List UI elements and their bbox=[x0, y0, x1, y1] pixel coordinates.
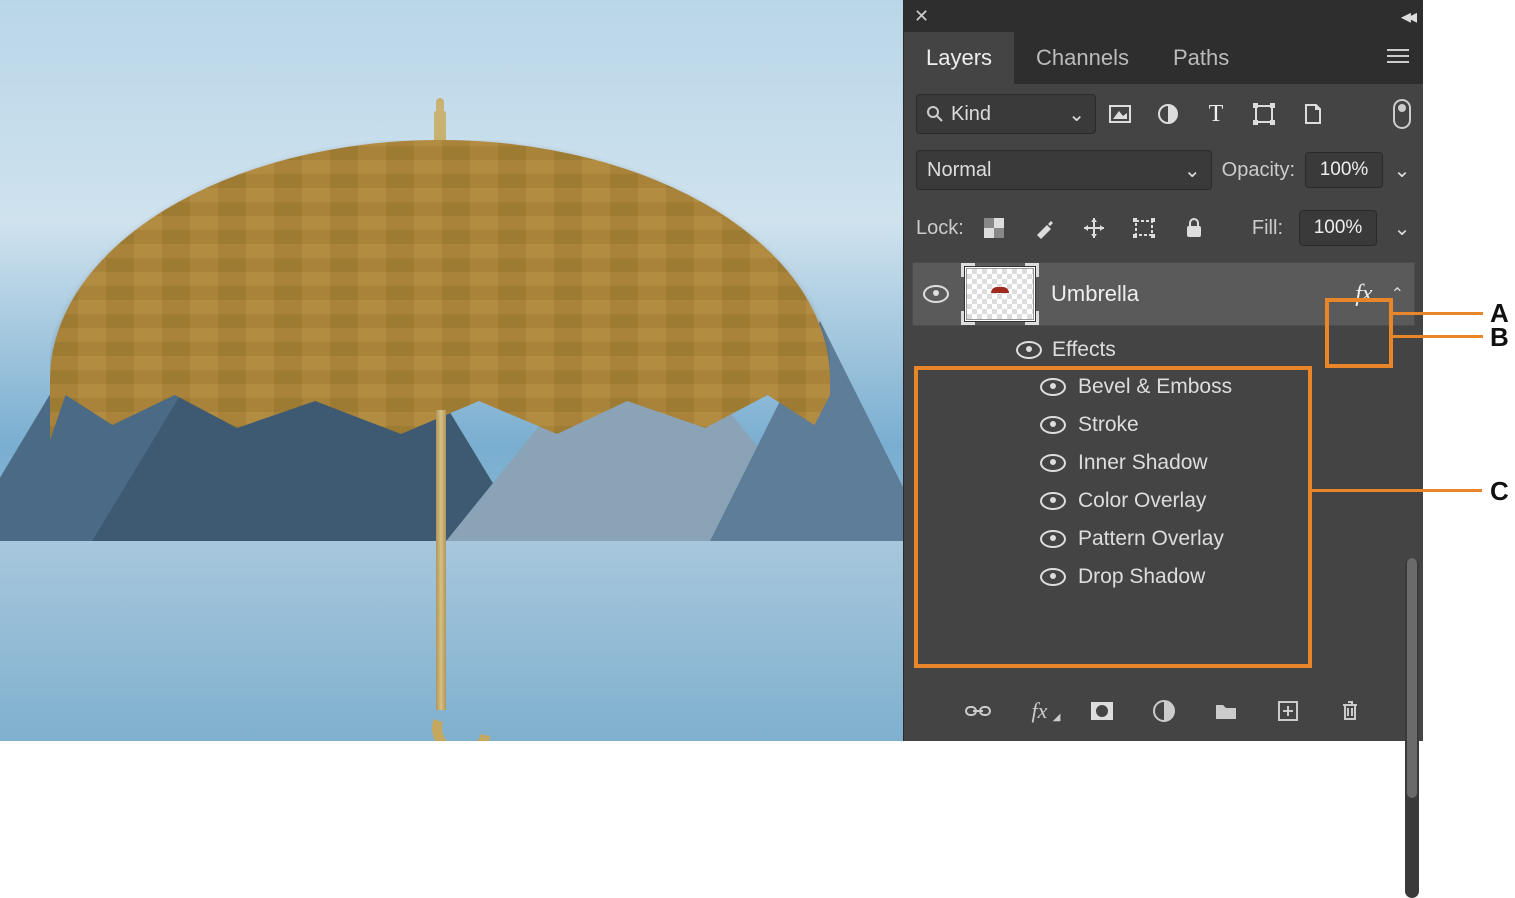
fx-collapse-caret-icon[interactable]: ⌃ bbox=[1391, 284, 1404, 304]
visibility-eye-icon[interactable] bbox=[923, 285, 949, 303]
lock-label: Lock: bbox=[916, 217, 964, 240]
fill-value-input[interactable]: 100% bbox=[1299, 210, 1377, 246]
effect-item[interactable]: Inner Shadow bbox=[1012, 444, 1302, 482]
effect-label: Color Overlay bbox=[1078, 489, 1206, 513]
filter-pixel-icon[interactable] bbox=[1106, 100, 1134, 128]
opacity-value-input[interactable]: 100% bbox=[1305, 152, 1383, 188]
lock-position-icon[interactable] bbox=[1080, 214, 1108, 242]
group-folder-icon[interactable] bbox=[1213, 699, 1239, 723]
effect-item[interactable]: Color Overlay bbox=[1012, 482, 1302, 520]
layer-row-umbrella[interactable]: Umbrella fx ⌃ bbox=[912, 262, 1415, 326]
tab-channels[interactable]: Channels bbox=[1014, 32, 1151, 84]
blend-mode-select[interactable]: Normal ⌄ bbox=[916, 150, 1212, 190]
layers-panel: ✕ ◂◂ Layers Channels Paths Kind ⌄ T Norm… bbox=[903, 0, 1423, 741]
effect-label: Stroke bbox=[1078, 413, 1139, 437]
fill-dropdown-icon[interactable]: ⌄ bbox=[1393, 216, 1411, 241]
delete-trash-icon[interactable] bbox=[1337, 699, 1363, 723]
panel-menu-icon[interactable] bbox=[1373, 32, 1423, 84]
callout-line bbox=[1312, 489, 1482, 492]
filter-adjustment-icon[interactable] bbox=[1154, 100, 1182, 128]
effect-item[interactable]: Stroke bbox=[1012, 406, 1302, 444]
effect-label: Drop Shadow bbox=[1078, 565, 1205, 589]
filter-kind-select[interactable]: Kind ⌄ bbox=[916, 94, 1096, 134]
link-layers-icon[interactable] bbox=[965, 699, 991, 723]
search-icon bbox=[927, 106, 943, 122]
filter-shape-icon[interactable] bbox=[1250, 100, 1278, 128]
layer-mask-icon[interactable] bbox=[1089, 699, 1115, 723]
collapse-icon[interactable]: ◂◂ bbox=[1401, 4, 1413, 29]
visibility-eye-icon[interactable] bbox=[1040, 568, 1066, 586]
adjustment-layer-icon[interactable] bbox=[1151, 699, 1177, 723]
umbrella-artwork bbox=[50, 80, 830, 720]
callout-line bbox=[1393, 335, 1483, 338]
blend-mode-value: Normal bbox=[927, 159, 991, 182]
lock-all-icon[interactable] bbox=[1180, 214, 1208, 242]
filter-kind-label: Kind bbox=[951, 103, 991, 126]
visibility-eye-icon[interactable] bbox=[1016, 341, 1042, 359]
effect-label: Pattern Overlay bbox=[1078, 527, 1224, 551]
visibility-eye-icon[interactable] bbox=[1040, 454, 1066, 472]
effects-header[interactable]: Effects bbox=[1012, 332, 1302, 368]
layer-effects-list: Effects Bevel & Emboss Stroke Inner Shad… bbox=[1012, 332, 1302, 596]
scrollbar-thumb[interactable] bbox=[1407, 558, 1417, 798]
lock-artboard-icon[interactable] bbox=[1130, 214, 1158, 242]
chevron-down-icon: ⌄ bbox=[1184, 158, 1201, 183]
callout-line bbox=[1393, 312, 1483, 315]
layers-panel-footer: fx◢ bbox=[904, 689, 1423, 733]
filter-toggle-switch[interactable] bbox=[1393, 99, 1411, 129]
lock-transparency-icon[interactable] bbox=[980, 214, 1008, 242]
fx-badge-icon[interactable]: fx bbox=[1351, 281, 1376, 308]
effect-label: Bevel & Emboss bbox=[1078, 375, 1232, 399]
opacity-dropdown-icon[interactable]: ⌄ bbox=[1393, 158, 1411, 183]
tab-layers[interactable]: Layers bbox=[904, 32, 1014, 84]
effect-item[interactable]: Bevel & Emboss bbox=[1012, 368, 1302, 406]
chevron-down-icon: ⌄ bbox=[1068, 102, 1085, 127]
new-layer-icon[interactable] bbox=[1275, 699, 1301, 723]
close-icon[interactable]: ✕ bbox=[914, 6, 929, 27]
callout-label-b: B bbox=[1490, 322, 1509, 353]
fill-label: Fill: bbox=[1252, 217, 1283, 240]
lock-pixels-icon[interactable] bbox=[1030, 214, 1058, 242]
filter-type-icon[interactable]: T bbox=[1202, 100, 1230, 128]
callout-label-c: C bbox=[1490, 476, 1509, 507]
effects-header-label: Effects bbox=[1052, 338, 1116, 362]
visibility-eye-icon[interactable] bbox=[1040, 492, 1066, 510]
layer-name-label[interactable]: Umbrella bbox=[1051, 281, 1337, 307]
effect-label: Inner Shadow bbox=[1078, 451, 1208, 475]
effect-item[interactable]: Pattern Overlay bbox=[1012, 520, 1302, 558]
effect-item[interactable]: Drop Shadow bbox=[1012, 558, 1302, 596]
filter-smartobject-icon[interactable] bbox=[1298, 100, 1326, 128]
visibility-eye-icon[interactable] bbox=[1040, 416, 1066, 434]
document-canvas[interactable] bbox=[0, 0, 903, 741]
opacity-label: Opacity: bbox=[1222, 159, 1295, 182]
layer-thumbnail[interactable] bbox=[963, 265, 1037, 323]
visibility-eye-icon[interactable] bbox=[1040, 378, 1066, 396]
layer-style-fx-icon[interactable]: fx◢ bbox=[1027, 699, 1053, 723]
visibility-eye-icon[interactable] bbox=[1040, 530, 1066, 548]
panel-tabs: Layers Channels Paths bbox=[904, 32, 1423, 84]
tab-paths[interactable]: Paths bbox=[1151, 32, 1251, 84]
